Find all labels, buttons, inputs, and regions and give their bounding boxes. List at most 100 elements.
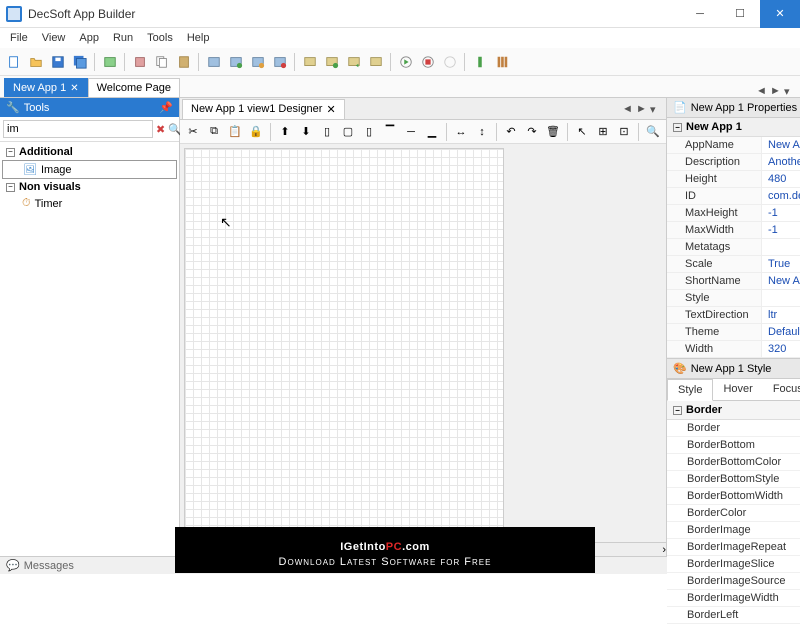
save-icon[interactable]: [48, 52, 67, 71]
property-value[interactable]: New App 1: [762, 137, 800, 153]
property-value[interactable]: [762, 239, 800, 255]
style-property-row[interactable]: Border: [667, 420, 800, 437]
collapse-icon[interactable]: −: [673, 123, 682, 132]
snap-icon[interactable]: ⊡: [615, 123, 633, 141]
properties-object[interactable]: − New App 1: [667, 118, 800, 137]
group-additional[interactable]: − Additional: [2, 144, 177, 160]
cut-icon[interactable]: [130, 52, 149, 71]
designer-tab[interactable]: New App 1 view1 Designer ✕: [182, 99, 345, 119]
zoom-icon[interactable]: 🔍: [644, 123, 662, 141]
settings-icon[interactable]: [492, 52, 511, 71]
build3-icon[interactable]: [248, 52, 267, 71]
close-button[interactable]: ✕: [760, 0, 800, 28]
property-row[interactable]: ThemeDefault: [667, 324, 800, 341]
style-property-row[interactable]: BorderBottomColor: [667, 454, 800, 471]
platform1-icon[interactable]: [300, 52, 319, 71]
tab-next-icon[interactable]: ►: [636, 103, 648, 115]
grid-icon[interactable]: ⊞: [594, 123, 612, 141]
dist-h-icon[interactable]: ↔: [452, 123, 470, 141]
align-bottom-icon[interactable]: ▁: [423, 123, 441, 141]
undo-icon[interactable]: ↶: [502, 123, 520, 141]
align-center-icon[interactable]: ▢: [339, 123, 357, 141]
collapse-icon[interactable]: −: [6, 148, 15, 157]
property-row[interactable]: ScaleTrue: [667, 256, 800, 273]
save-all-icon[interactable]: [70, 52, 89, 71]
property-value[interactable]: Default: [762, 324, 800, 340]
delete-icon[interactable]: 🗑: [544, 123, 562, 141]
align-left-icon[interactable]: ▯: [318, 123, 336, 141]
property-row[interactable]: MaxHeight-1: [667, 205, 800, 222]
tab-next-icon[interactable]: ►: [770, 85, 782, 97]
messages-icon[interactable]: 💬: [6, 559, 20, 572]
redo-icon[interactable]: ↷: [523, 123, 541, 141]
property-row[interactable]: Width320: [667, 341, 800, 358]
options-icon[interactable]: [100, 52, 119, 71]
copy-icon[interactable]: ⧉: [205, 123, 223, 141]
menu-tools[interactable]: Tools: [141, 30, 179, 46]
tab-new-app-1[interactable]: New App 1 ✕: [4, 78, 88, 97]
cut-icon[interactable]: ✂: [184, 123, 202, 141]
tool-image[interactable]: 🖼 Image: [2, 160, 177, 179]
menu-help[interactable]: Help: [181, 30, 216, 46]
tab-prev-icon[interactable]: ◄: [622, 103, 634, 115]
close-icon[interactable]: ✕: [70, 83, 78, 94]
property-row[interactable]: Height480: [667, 171, 800, 188]
menu-view[interactable]: View: [36, 30, 72, 46]
tool-timer[interactable]: ⏱ Timer: [2, 195, 177, 212]
design-canvas[interactable]: ↖: [180, 144, 666, 542]
usb-icon[interactable]: [470, 52, 489, 71]
tab-welcome[interactable]: Welcome Page: [88, 78, 180, 97]
property-value[interactable]: com.decsoft.appbuilde: [762, 188, 800, 204]
lock-icon[interactable]: 🔒: [247, 123, 265, 141]
property-row[interactable]: ShortNameNew App 1: [667, 273, 800, 290]
align-top-icon[interactable]: ▔: [381, 123, 399, 141]
property-row[interactable]: IDcom.decsoft.appbuilde: [667, 188, 800, 205]
build-icon[interactable]: [204, 52, 223, 71]
copy-icon[interactable]: [152, 52, 171, 71]
property-value[interactable]: -1: [762, 205, 800, 221]
style-property-row[interactable]: BorderImageSlice: [667, 556, 800, 573]
menu-run[interactable]: Run: [107, 30, 139, 46]
properties-body[interactable]: − New App 1 AppNameNew App 1DescriptionA…: [667, 118, 800, 358]
debug-icon[interactable]: [418, 52, 437, 71]
build4-icon[interactable]: [270, 52, 289, 71]
property-row[interactable]: Metatags: [667, 239, 800, 256]
style-property-row[interactable]: BorderImageRepeat: [667, 539, 800, 556]
property-row[interactable]: DescriptionAnother DecSoft App: [667, 154, 800, 171]
style-tab-hover[interactable]: Hover: [713, 379, 762, 400]
build2-icon[interactable]: [226, 52, 245, 71]
style-property-row[interactable]: BorderBottom: [667, 437, 800, 454]
stop-icon[interactable]: [440, 52, 459, 71]
align-middle-icon[interactable]: ─: [402, 123, 420, 141]
style-property-row[interactable]: BorderImage: [667, 522, 800, 539]
search-input[interactable]: [3, 120, 153, 138]
property-row[interactable]: Style: [667, 290, 800, 307]
platform3-icon[interactable]: [344, 52, 363, 71]
menu-app[interactable]: App: [73, 30, 105, 46]
design-grid[interactable]: [184, 148, 504, 528]
property-row[interactable]: AppNameNew App 1: [667, 137, 800, 154]
property-value[interactable]: New App 1: [762, 273, 800, 289]
property-value[interactable]: True: [762, 256, 800, 272]
collapse-icon[interactable]: −: [6, 183, 15, 192]
style-property-row[interactable]: BorderBottomWidth: [667, 488, 800, 505]
style-group-border[interactable]: − Border ˄: [667, 401, 800, 420]
collapse-icon[interactable]: −: [673, 406, 682, 415]
property-value[interactable]: Another DecSoft App: [762, 154, 800, 170]
paste-icon[interactable]: 📋: [226, 123, 244, 141]
tab-menu-icon[interactable]: ▾: [650, 103, 662, 115]
property-value[interactable]: ltr: [762, 307, 800, 323]
style-property-row[interactable]: BorderBottomStyle: [667, 471, 800, 488]
style-tab-style[interactable]: Style: [667, 379, 713, 401]
dist-v-icon[interactable]: ↕: [473, 123, 491, 141]
tab-menu-icon[interactable]: ▾: [784, 85, 796, 97]
property-row[interactable]: TextDirectionltr: [667, 307, 800, 324]
new-icon[interactable]: [4, 52, 23, 71]
style-property-row[interactable]: BorderImageWidth: [667, 590, 800, 607]
clear-icon[interactable]: ✖: [156, 123, 165, 136]
platform2-icon[interactable]: [322, 52, 341, 71]
select-icon[interactable]: ↖: [573, 123, 591, 141]
style-tab-focus[interactable]: Focus: [763, 379, 800, 400]
messages-label[interactable]: Messages: [24, 560, 74, 572]
align-right-icon[interactable]: ▯: [360, 123, 378, 141]
